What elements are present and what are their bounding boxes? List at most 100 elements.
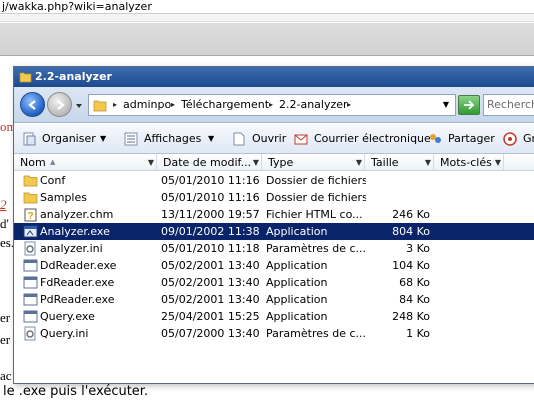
back-button[interactable]: [20, 92, 45, 117]
forward-button[interactable]: [47, 92, 72, 117]
page-footer-text: le .exe puis l'exécuter.: [3, 384, 149, 399]
file-date: 05/02/2001 13:40: [161, 293, 260, 306]
file-type: Application: [266, 276, 328, 289]
arrow-left-icon: [27, 99, 36, 110]
command-bar: Organiser ▼ Affichages ▼ Ouvrir Courrier…: [14, 124, 534, 154]
email-icon: [294, 132, 309, 153]
list-item[interactable]: analyzer.ini 05/01/2010 11:18 Paramètres…: [14, 240, 534, 257]
breadcrumb-current-folder[interactable]: 2.2-analyzer: [279, 98, 348, 112]
help-file-icon: ?: [23, 207, 38, 222]
folder-icon: [23, 190, 38, 205]
file-type: Fichier HTML co...: [266, 208, 363, 221]
open-button[interactable]: Ouvrir: [232, 129, 290, 149]
history-dropdown-icon[interactable]: [75, 100, 83, 113]
explorer-window: 2.2-analyzer ▸ adminpo ▸ Téléchargement …: [13, 66, 534, 384]
svg-text:?: ?: [27, 211, 33, 222]
list-item[interactable]: DdReader.exe 05/02/2001 13:40 Applicatio…: [14, 257, 534, 274]
column-filter-dropdown-icon[interactable]: ▼: [425, 154, 431, 171]
views-button[interactable]: Affichages ▼: [124, 129, 222, 149]
file-type: Dossier de fichiers: [266, 191, 366, 204]
list-item[interactable]: Conf 05/01/2010 11:16 Dossier de fichier…: [14, 172, 534, 189]
exe-icon: [23, 292, 38, 307]
list-item[interactable]: PdReader.exe 05/02/2001 13:40 Applicatio…: [14, 291, 534, 308]
breadcrumb-arrow-icon[interactable]: ▸: [113, 98, 117, 112]
file-size: 84 Ko: [399, 293, 430, 306]
file-name: Analyzer.exe: [40, 225, 110, 238]
navigation-bar: ▸ adminpo ▸ Téléchargement ▸ 2.2-analyze…: [14, 87, 534, 123]
file-name: PdReader.exe: [40, 293, 115, 306]
file-type: Application: [266, 259, 328, 272]
email-button[interactable]: Courrier électronique: [294, 129, 431, 149]
organize-icon: [22, 132, 37, 153]
share-button[interactable]: Partager: [428, 129, 498, 149]
column-header-size[interactable]: Taille ▼: [365, 154, 434, 171]
page-fragment: er: [0, 310, 11, 325]
breadcrumb-arrow-icon[interactable]: ▸: [347, 98, 351, 112]
search-input[interactable]: Rechercher: [483, 94, 534, 116]
column-headers: Nom ▲ ▼ Date de modif... ▼ Type ▼ Taille…: [14, 154, 534, 171]
column-header-type[interactable]: Type ▼: [262, 154, 365, 171]
column-filter-dropdown-icon[interactable]: ▼: [253, 154, 259, 171]
sort-ascending-icon: ▲: [50, 158, 56, 166]
file-date: 05/02/2001 13:40: [161, 259, 260, 272]
file-type: Application: [266, 293, 328, 306]
breadcrumb-arrow-icon[interactable]: ▸: [171, 98, 175, 112]
file-size: 68 Ko: [399, 276, 430, 289]
file-size: 3 Ko: [406, 242, 430, 255]
page-fragment: ac: [0, 368, 12, 383]
file-size: 248 Ko: [392, 310, 430, 323]
file-name: Query.ini: [40, 327, 89, 340]
list-item[interactable]: ? analyzer.chm 13/11/2000 19:57 Fichier …: [14, 206, 534, 223]
column-filter-dropdown-icon[interactable]: ▼: [495, 154, 501, 171]
file-type: Paramètres de c...: [266, 242, 366, 255]
settings-file-icon: [23, 241, 38, 256]
breadcrumb-adminpo[interactable]: adminpo: [123, 98, 171, 112]
burn-button[interactable]: Gr: [503, 129, 534, 149]
column-header-name[interactable]: Nom ▲ ▼: [14, 154, 157, 171]
file-name: Conf: [40, 174, 66, 187]
file-type: Dossier de fichiers: [266, 174, 366, 187]
file-name: FdReader.exe: [40, 276, 115, 289]
breadcrumb-telechargement[interactable]: Téléchargement: [181, 98, 269, 112]
document-icon: [232, 132, 246, 153]
views-icon: [124, 132, 139, 153]
address-bar[interactable]: ▸ adminpo ▸ Téléchargement ▸ 2.2-analyze…: [88, 94, 456, 116]
file-type: Application: [266, 225, 328, 238]
file-name: DdReader.exe: [40, 259, 117, 272]
arrow-right-icon: [56, 99, 65, 110]
file-date: 09/01/2002 11:38: [161, 225, 260, 238]
exe-icon: [23, 258, 38, 273]
list-item[interactable]: Query.exe 25/04/2001 15:25 Application 2…: [14, 308, 534, 325]
browser-toolbar: [0, 23, 534, 56]
file-name: Samples: [40, 191, 87, 204]
list-item[interactable]: Query.ini 05/07/2000 13:40 Paramètres de…: [14, 325, 534, 342]
file-date: 05/07/2000 13:40: [161, 327, 260, 340]
list-item[interactable]: FdReader.exe 05/02/2001 13:40 Applicatio…: [14, 274, 534, 291]
disc-icon: [503, 132, 518, 149]
file-date: 05/01/2010 11:16: [161, 174, 260, 187]
browser-toolbar-strip: [0, 14, 534, 22]
column-header-tags[interactable]: Mots-clés ▼: [434, 154, 504, 171]
window-titlebar[interactable]: 2.2-analyzer: [14, 67, 534, 87]
list-item[interactable]: Samples 05/01/2010 11:16 Dossier de fich…: [14, 189, 534, 206]
organize-button[interactable]: Organiser ▼: [22, 129, 117, 149]
refresh-button[interactable]: [458, 95, 480, 115]
column-filter-dropdown-icon[interactable]: ▼: [148, 154, 154, 171]
address-dropdown-icon[interactable]: ▼: [443, 98, 449, 112]
folder-icon: [23, 173, 38, 188]
browser-url-text: j/wakka.php?wiki=analyzer: [2, 0, 152, 13]
share-icon: [428, 132, 443, 153]
breadcrumb-arrow-icon[interactable]: ▸: [269, 98, 273, 112]
folder-icon: [93, 98, 107, 115]
column-header-date[interactable]: Date de modif... ▼: [157, 154, 262, 171]
list-item-selected[interactable]: Analyzer.exe 09/01/2002 11:38 Applicatio…: [14, 223, 534, 240]
file-name: analyzer.chm: [40, 208, 114, 221]
chevron-down-icon: ▼: [208, 134, 215, 143]
exe-icon: [23, 275, 38, 290]
file-date: 05/01/2010 11:16: [161, 191, 260, 204]
column-filter-dropdown-icon[interactable]: ▼: [356, 154, 362, 171]
file-date: 05/01/2010 11:18: [161, 242, 260, 255]
browser-url-bar[interactable]: j/wakka.php?wiki=analyzer: [0, 0, 534, 14]
settings-file-icon: [23, 326, 38, 341]
page-fragment: er: [0, 332, 11, 347]
